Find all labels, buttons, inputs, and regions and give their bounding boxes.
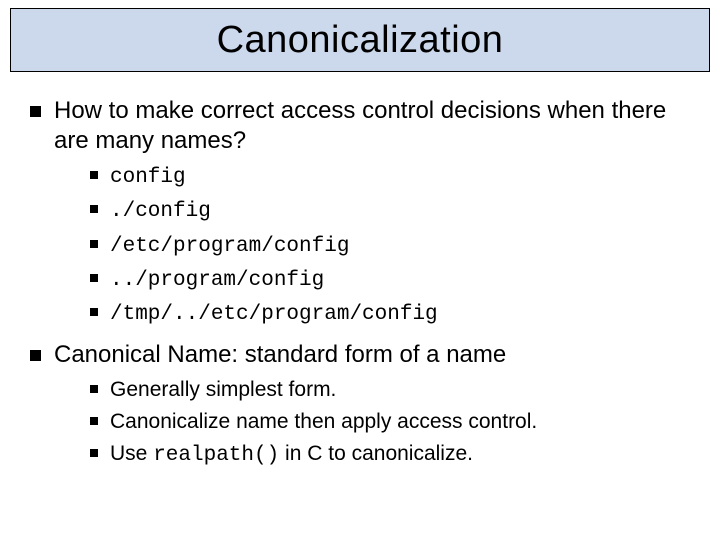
sub-item: ./config [88, 196, 696, 226]
code-text: config [110, 166, 186, 189]
slide-title: Canonicalization [217, 19, 504, 62]
code-text: /etc/program/config [110, 235, 349, 258]
bullet-text: Canonical Name: standard form of a name [54, 341, 506, 368]
sub-item: config [88, 162, 696, 192]
sub-item: Canonicalize name then apply access cont… [88, 408, 696, 436]
sub-item: Generally simplest form. [88, 376, 696, 404]
code-text: realpath() [153, 444, 279, 467]
sub-text-before: Use [110, 442, 153, 465]
sub-item: Use realpath() in C to canonicalize. [88, 440, 696, 470]
sub-item: /etc/program/config [88, 231, 696, 261]
title-band: Canonicalization [10, 8, 710, 72]
bullet-item: Canonical Name: standard form of a name … [24, 340, 696, 471]
code-text: ../program/config [110, 269, 324, 292]
sub-list: Generally simplest form. Canonicalize na… [54, 376, 696, 471]
sub-text-after: in C to canonicalize. [279, 442, 473, 465]
slide: Canonicalization How to make correct acc… [0, 0, 720, 540]
code-text: /tmp/../etc/program/config [110, 303, 438, 326]
slide-body: How to make correct access control decis… [24, 96, 696, 481]
bullet-text: How to make correct access control decis… [54, 97, 666, 154]
sub-text: Canonicalize name then apply access cont… [110, 410, 537, 433]
sub-item: /tmp/../etc/program/config [88, 299, 696, 329]
sub-text: Generally simplest form. [110, 378, 336, 401]
sub-item: ../program/config [88, 265, 696, 295]
sub-list: config ./config /etc/program/config ../p… [54, 162, 696, 330]
bullet-list: How to make correct access control decis… [24, 96, 696, 471]
bullet-item: How to make correct access control decis… [24, 96, 696, 330]
code-text: ./config [110, 200, 211, 223]
